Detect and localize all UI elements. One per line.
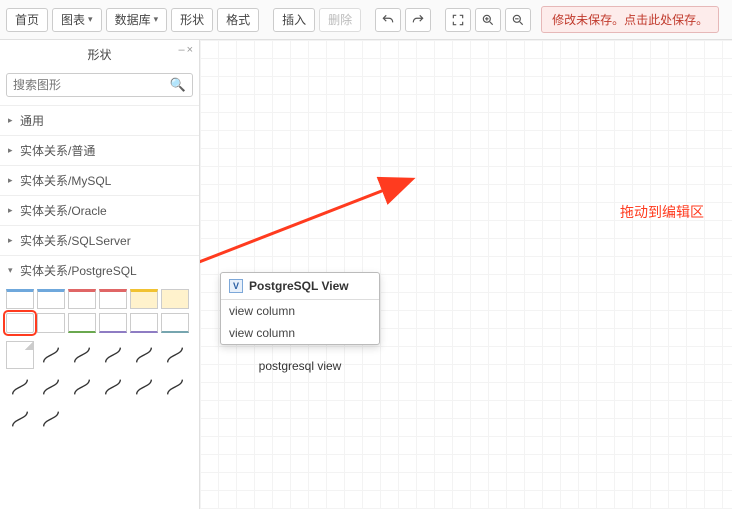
shape-green[interactable] xyxy=(68,313,96,333)
shape-table-blue2[interactable] xyxy=(37,289,65,309)
category-er-postgresql[interactable]: ▾实体关系/PostgreSQL xyxy=(0,255,199,285)
fullscreen-button[interactable] xyxy=(445,8,471,32)
entity-caption: postgresql view xyxy=(220,355,380,377)
shape-connector10[interactable] xyxy=(130,373,158,401)
shape-connector3[interactable] xyxy=(99,341,127,369)
chevron-down-icon: ▾ xyxy=(88,14,93,25)
shapes-palette xyxy=(0,285,199,337)
triangle-right-icon: ▸ xyxy=(8,205,16,216)
search-input-wrap: 🔍 xyxy=(6,73,193,97)
shape-connector7[interactable] xyxy=(37,373,65,401)
shape-note-yellow[interactable] xyxy=(161,289,189,309)
toolbar: 首页 图表▾ 数据库▾ 形状 格式 插入 删除 修改未保存。点击此处保存。 xyxy=(0,0,732,40)
format-button[interactable]: 格式 xyxy=(217,8,259,32)
shape-sticky-note[interactable] xyxy=(6,341,34,369)
home-button[interactable]: 首页 xyxy=(6,8,48,32)
shape-connector6[interactable] xyxy=(6,373,34,401)
shape-connector1[interactable] xyxy=(37,341,65,369)
shape-button[interactable]: 形状 xyxy=(171,8,213,32)
entity-title: PostgreSQL View xyxy=(249,279,349,293)
shape-table-red[interactable] xyxy=(68,289,96,309)
category-er-common[interactable]: ▸实体关系/普通 xyxy=(0,135,199,165)
delete-button[interactable]: 删除 xyxy=(319,8,361,32)
undo-button[interactable] xyxy=(375,8,401,32)
shape-connector11[interactable] xyxy=(161,373,189,401)
shape-purple2[interactable] xyxy=(130,313,158,333)
shape-connector5[interactable] xyxy=(161,341,189,369)
view-icon: V xyxy=(229,279,243,293)
triangle-down-icon: ▾ xyxy=(8,265,16,276)
shape-connector12[interactable] xyxy=(6,405,34,433)
shape-view-selected[interactable] xyxy=(6,313,34,333)
category-general[interactable]: ▸通用 xyxy=(0,105,199,135)
close-icon[interactable]: × xyxy=(187,44,193,56)
annotation-text: 拖动到编辑区 xyxy=(620,202,704,222)
search-input[interactable] xyxy=(13,78,170,92)
sidebar-title: 形状 xyxy=(87,46,111,63)
chevron-down-icon: ▾ xyxy=(154,14,159,25)
entity-column: view column xyxy=(221,322,379,344)
shape-connector2[interactable] xyxy=(68,341,96,369)
redo-button[interactable] xyxy=(405,8,431,32)
zoom-in-button[interactable] xyxy=(475,8,501,32)
shape-table-red2[interactable] xyxy=(99,289,127,309)
triangle-right-icon: ▸ xyxy=(8,235,16,246)
sidebar-header: 形状 – × xyxy=(0,40,199,67)
shape-connector13[interactable] xyxy=(37,405,65,433)
shape-view2[interactable] xyxy=(37,313,65,333)
sidebar: 形状 – × 🔍 ▸通用 ▸实体关系/普通 ▸实体关系/MySQL ▸实体关系/… xyxy=(0,40,200,509)
category-er-oracle[interactable]: ▸实体关系/Oracle xyxy=(0,195,199,225)
triangle-right-icon: ▸ xyxy=(8,115,16,126)
zoom-out-button[interactable] xyxy=(505,8,531,32)
shape-connector9[interactable] xyxy=(99,373,127,401)
shape-purple[interactable] xyxy=(99,313,127,333)
shape-table-yellow[interactable] xyxy=(130,289,158,309)
canvas[interactable]: 拖动到编辑区 V PostgreSQL View view column vie… xyxy=(200,40,732,509)
entity-header: V PostgreSQL View xyxy=(221,273,379,300)
triangle-right-icon: ▸ xyxy=(8,145,16,156)
shape-connector8[interactable] xyxy=(68,373,96,401)
shape-table-blue[interactable] xyxy=(6,289,34,309)
shape-cyan[interactable] xyxy=(161,313,189,333)
minimize-icon[interactable]: – xyxy=(178,44,184,56)
category-er-sqlserver[interactable]: ▸实体关系/SQLServer xyxy=(0,225,199,255)
search-icon[interactable]: 🔍 xyxy=(170,77,186,93)
entity-view-shape[interactable]: V PostgreSQL View view column view colum… xyxy=(220,272,380,345)
entity-column: view column xyxy=(221,300,379,322)
unsaved-warning[interactable]: 修改未保存。点击此处保存。 xyxy=(541,6,719,33)
insert-button[interactable]: 插入 xyxy=(273,8,315,32)
triangle-right-icon: ▸ xyxy=(8,175,16,186)
category-er-mysql[interactable]: ▸实体关系/MySQL xyxy=(0,165,199,195)
database-dropdown[interactable]: 数据库▾ xyxy=(106,8,168,32)
chart-dropdown[interactable]: 图表▾ xyxy=(52,8,102,32)
shape-connector4[interactable] xyxy=(130,341,158,369)
